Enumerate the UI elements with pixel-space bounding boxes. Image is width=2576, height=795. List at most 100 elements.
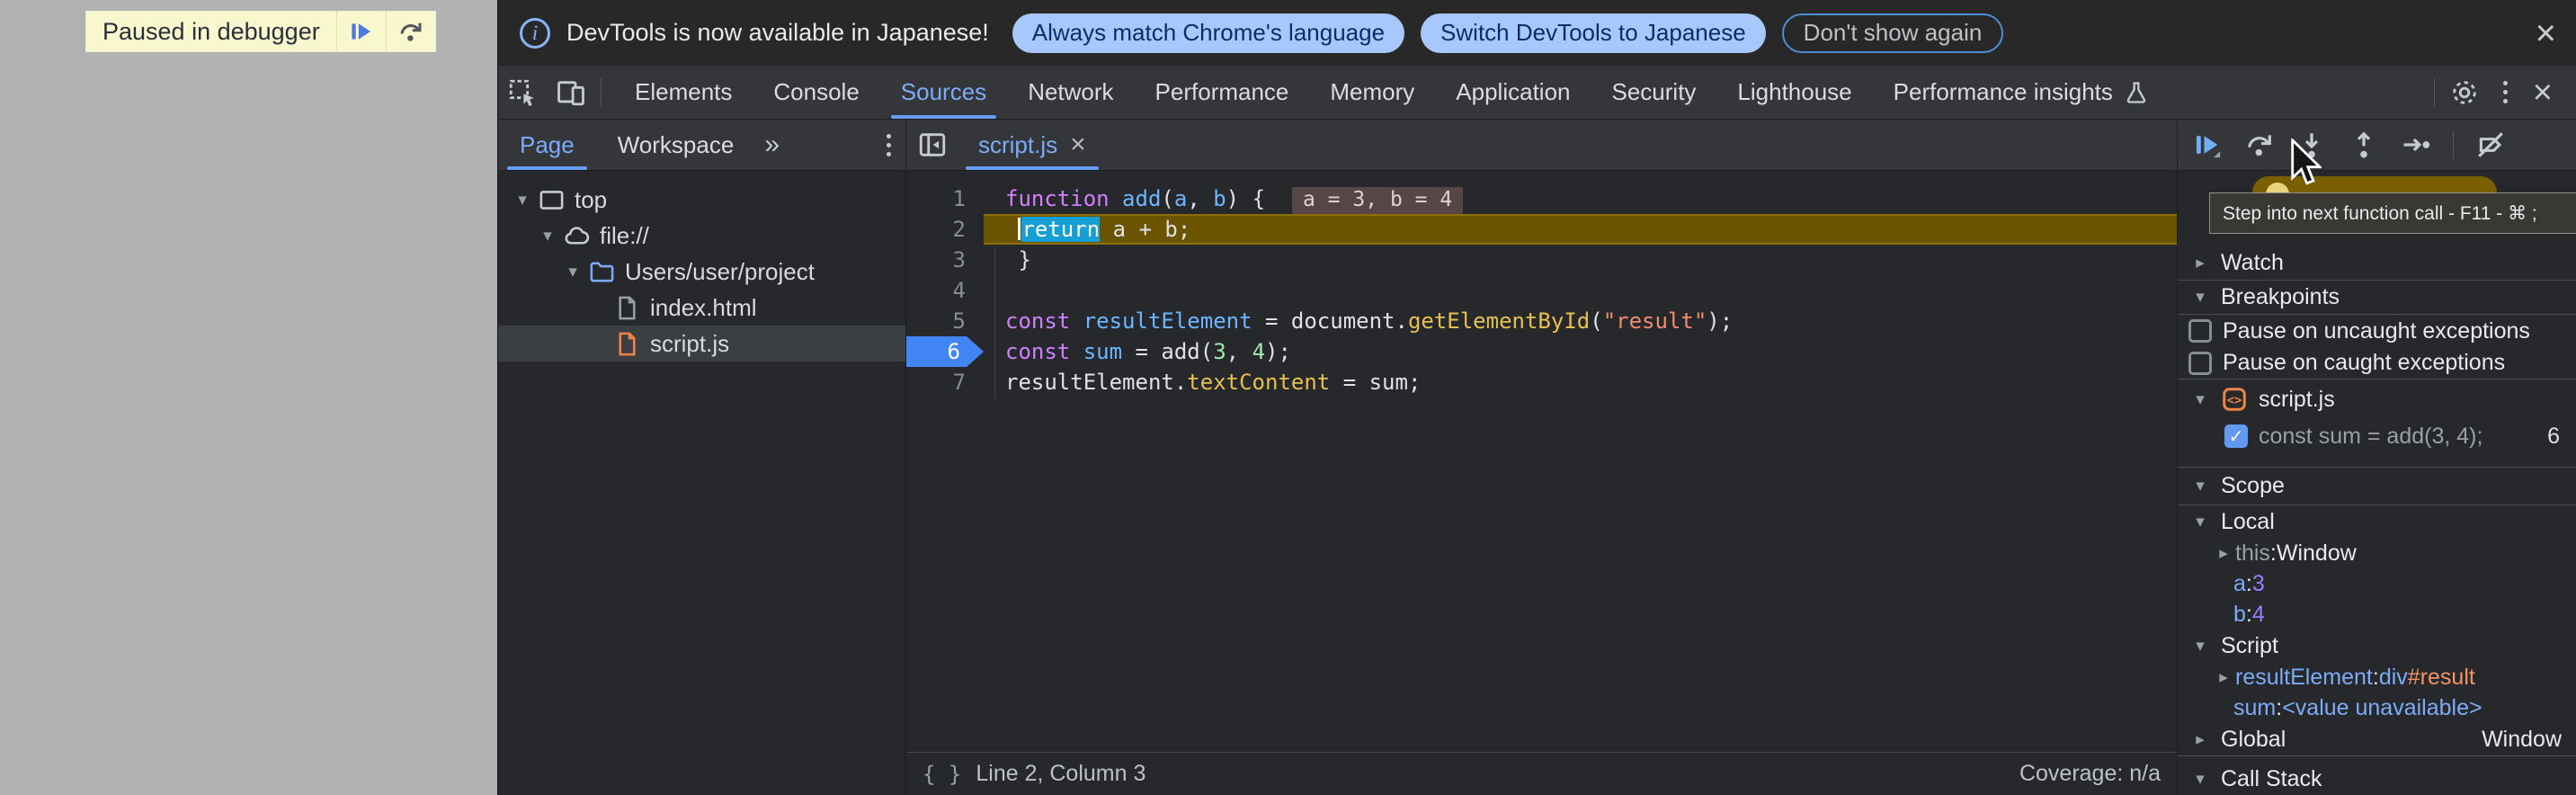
tab-security[interactable]: Security — [1591, 66, 1717, 119]
coverage-label: Coverage: n/a — [2019, 761, 2161, 787]
section-watch[interactable]: ▸ Watch — [2178, 246, 2576, 281]
tab-workspace[interactable]: Workspace — [596, 120, 756, 170]
breakpoint-file-group[interactable]: ▾ <> script.js — [2178, 380, 2576, 419]
code-line-7[interactable]: 7resultElement.textContent = sum; — [906, 367, 2177, 398]
close-tab-icon[interactable]: × — [1070, 130, 1086, 160]
collapse-icon[interactable]: ▾ — [536, 226, 559, 246]
checkbox[interactable] — [2188, 352, 2212, 375]
resume-script-button[interactable] — [337, 11, 386, 52]
step-over-button[interactable] — [2239, 123, 2280, 166]
code-text: } — [984, 245, 2177, 275]
code-token: a — [1174, 186, 1187, 211]
tab-page[interactable]: Page — [498, 120, 596, 170]
inline-values-badge: a = 3, b = 4 — [1292, 187, 1463, 214]
section-call-stack[interactable]: ▾ Call Stack — [2178, 760, 2576, 795]
tab-network[interactable]: Network — [1007, 66, 1134, 119]
tab-elements[interactable]: Elements — [614, 66, 753, 119]
more-tabs-icon[interactable]: » — [755, 130, 789, 160]
code-line-3[interactable]: 3 } — [906, 245, 2177, 275]
collapse-icon[interactable]: ▾ — [2190, 636, 2210, 657]
tab-performance[interactable]: Performance — [1135, 66, 1310, 119]
tree-item-index-html[interactable]: index.html — [498, 290, 905, 326]
collapse-icon[interactable]: ▾ — [2190, 287, 2210, 308]
collapse-icon[interactable]: ▾ — [561, 262, 584, 282]
line-number[interactable]: 5 — [906, 306, 984, 336]
code-token: const — [1005, 308, 1070, 334]
collapse-icon[interactable]: ▾ — [2190, 769, 2210, 790]
line-number[interactable]: 2 — [906, 214, 984, 245]
inspect-element-button[interactable] — [498, 66, 547, 120]
toggle-device-toolbar-button[interactable] — [547, 66, 595, 120]
gutter-guide-line — [994, 246, 995, 399]
tree-item-top[interactable]: ▾top — [498, 182, 905, 218]
tab-application[interactable]: Application — [1435, 66, 1591, 119]
breakpoint-option[interactable]: Pause on uncaught exceptions — [2178, 315, 2576, 347]
expand-icon[interactable]: ▸ — [2214, 667, 2233, 688]
breakpoint-entry[interactable]: ✓const sum = add(3, 4);6 — [2178, 419, 2576, 453]
expand-icon[interactable]: ▸ — [2190, 729, 2210, 750]
devtools-tab-strip: ElementsConsoleSourcesNetworkPerformance… — [614, 66, 2170, 119]
expand-icon[interactable]: ▸ — [2214, 543, 2233, 564]
tree-item-script-js[interactable]: script.js — [498, 326, 905, 362]
collapse-icon[interactable]: ▾ — [511, 190, 534, 210]
tab-memory[interactable]: Memory — [1309, 66, 1435, 119]
scope-variable[interactable]: sum: <value unavailable> — [2178, 692, 2576, 723]
checkbox[interactable]: ✓ — [2224, 424, 2248, 448]
scope-variable[interactable]: ▸this: Window — [2178, 538, 2576, 568]
scope-section-script[interactable]: ▾Script — [2178, 630, 2576, 662]
collapse-icon[interactable]: ▾ — [2190, 389, 2210, 410]
step-over-button[interactable] — [387, 11, 435, 52]
tab-sources[interactable]: Sources — [880, 66, 1007, 119]
always-match-language-button[interactable]: Always match Chrome's language — [1012, 13, 1404, 53]
step-out-button[interactable] — [2343, 123, 2384, 166]
breakpoint-option[interactable]: Pause on caught exceptions — [2178, 347, 2576, 380]
line-number[interactable]: 3 — [906, 245, 984, 275]
code-line-2[interactable]: 2 return a + b; — [906, 214, 2177, 245]
navigator-more-options-icon[interactable] — [872, 134, 905, 156]
breakpoint-marker[interactable]: 6 — [906, 336, 984, 367]
deactivate-breakpoints-button[interactable] — [2470, 123, 2511, 166]
line-number[interactable]: 7 — [906, 367, 984, 398]
scope-token: : — [2246, 602, 2252, 628]
dont-show-again-button[interactable]: Don't show again — [1782, 13, 2004, 53]
expand-icon[interactable]: ▸ — [2190, 253, 2210, 273]
tree-item-users-user-project[interactable]: ▾Users/user/project — [498, 254, 905, 290]
scope-section-local[interactable]: ▾ Local — [2178, 505, 2576, 538]
scope-variable[interactable]: ▸resultElement: div#result — [2178, 662, 2576, 692]
close-devtools-icon[interactable]: × — [2522, 76, 2563, 110]
collapse-icon[interactable]: ▾ — [2190, 512, 2210, 532]
code-editor[interactable]: 1function add(a, b) {a = 3, b = 42 retur… — [906, 171, 2177, 752]
checkbox[interactable] — [2188, 319, 2212, 343]
line-number[interactable]: 1 — [906, 183, 984, 214]
step-button[interactable] — [2395, 123, 2437, 166]
tab-console[interactable]: Console — [753, 66, 879, 119]
section-breakpoints[interactable]: ▾ Breakpoints — [2178, 281, 2576, 315]
line-number[interactable]: 4 — [906, 275, 984, 306]
cloud-icon — [563, 222, 591, 250]
scope-variable[interactable]: a: 3 — [2178, 568, 2576, 599]
collapse-icon[interactable]: ▾ — [2190, 476, 2210, 496]
scope-variable[interactable]: b: 4 — [2178, 599, 2576, 630]
switch-to-japanese-button[interactable]: Switch DevTools to Japanese — [1421, 13, 1766, 53]
close-icon[interactable]: × — [2536, 15, 2556, 51]
scope-section-label: Local — [2221, 509, 2275, 535]
tab-performance-insights[interactable]: Performance insights — [1873, 66, 2170, 119]
step-into-tooltip: Step into next function call - F11 - ⌘ ; — [2209, 192, 2576, 234]
code-line-6[interactable]: 6const sum = add(3, 4); — [906, 336, 2177, 367]
settings-button[interactable] — [2440, 66, 2489, 120]
tree-item-file-[interactable]: ▾file:// — [498, 218, 905, 254]
resume-button[interactable] — [2187, 123, 2228, 166]
settings-gear-icon — [2449, 77, 2480, 108]
tab-lighthouse[interactable]: Lighthouse — [1716, 66, 1872, 119]
code-line-4[interactable]: 4 — [906, 275, 2177, 306]
hide-navigator-button[interactable] — [906, 120, 958, 171]
code-token: } — [1018, 247, 1030, 272]
code-line-5[interactable]: 5const resultElement = document.getEleme… — [906, 306, 2177, 336]
section-scope[interactable]: ▾ Scope — [2178, 468, 2576, 505]
editor-tab-scriptjs[interactable]: script.js × — [958, 120, 1106, 170]
scope-section-global[interactable]: ▸GlobalWindow — [2178, 723, 2576, 755]
code-line-1[interactable]: 1function add(a, b) {a = 3, b = 4 — [906, 183, 2177, 214]
more-options-icon[interactable] — [2489, 81, 2522, 103]
devtools-screenshot: Paused in debugger i DevTools is now ava… — [0, 0, 2576, 795]
code-token: "result" — [1603, 308, 1707, 334]
